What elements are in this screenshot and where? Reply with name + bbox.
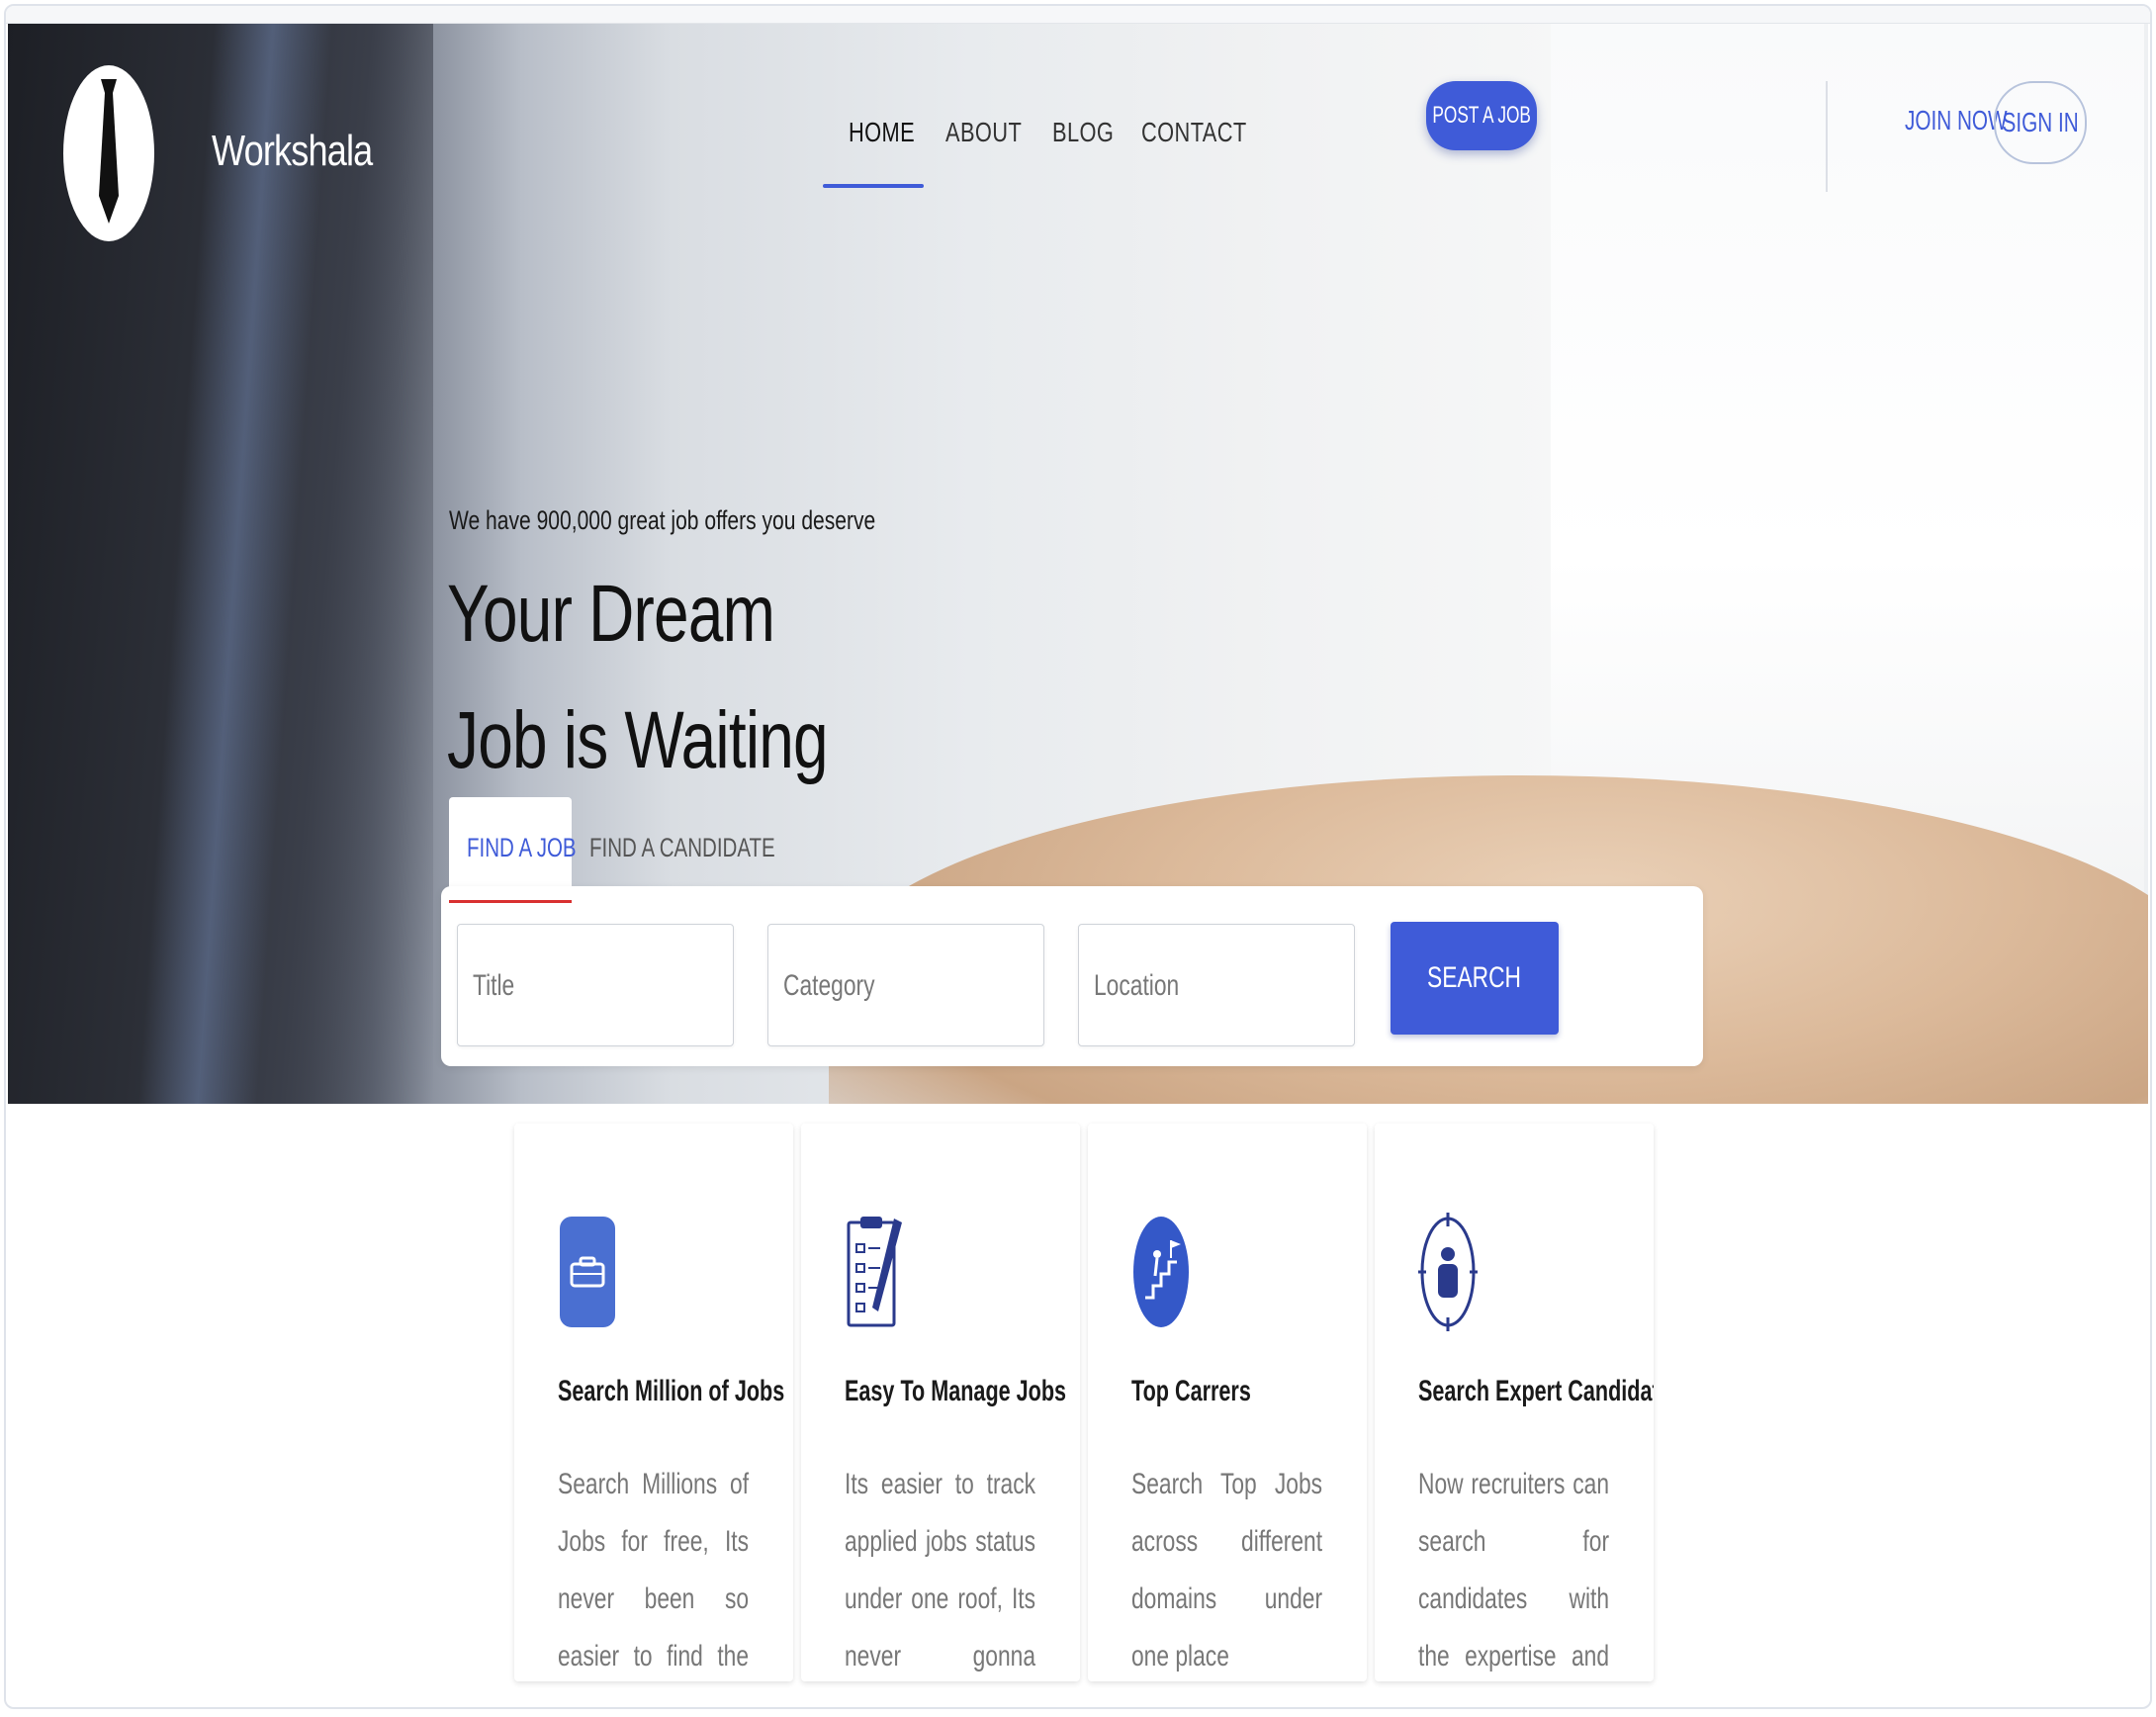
nav-blog[interactable]: BLOG (1052, 117, 1114, 148)
nav-about[interactable]: ABOUT (945, 117, 1022, 148)
feature-card-expert-candidates: Search Expert Candidates Now recruiters … (1375, 1124, 1654, 1681)
feature-title: Search Million of Jobs (558, 1375, 785, 1407)
feature-title: Easy To Manage Jobs (845, 1375, 1067, 1407)
tab-find-a-job[interactable]: FIND A JOB (467, 833, 577, 863)
join-now-link[interactable]: JOIN NOW (1905, 105, 2008, 136)
brand-logo[interactable] (63, 65, 154, 241)
browser-frame: Workshala HOME ABOUT BLOG CONTACT POST A… (4, 4, 2152, 1709)
brand-name[interactable]: Workshala (212, 127, 373, 176)
tab-find-a-candidate[interactable]: FIND A CANDIDATE (589, 833, 775, 863)
nav-home[interactable]: HOME (849, 117, 915, 148)
feature-card-manage-jobs: Easy To Manage Jobs Its easier to track … (801, 1124, 1080, 1681)
feature-title: Search Expert Candidates (1418, 1375, 1654, 1407)
hero-tagline: We have 900,000 great job offers you des… (449, 505, 876, 535)
briefcase-icon (560, 1217, 615, 1327)
hero-headline-line-1: Your Dream (447, 569, 775, 659)
clipboard-icon (847, 1217, 902, 1327)
title-field[interactable]: Title (457, 924, 734, 1046)
feature-description: Its easier to track applied jobs status … (845, 1468, 1036, 1672)
frame-top-bar (6, 6, 2150, 24)
header-divider (1826, 81, 1828, 192)
hero-headline-line-2: Job is Waiting (447, 695, 829, 785)
tab-active-indicator (449, 900, 572, 903)
feature-title: Top Carrers (1131, 1375, 1251, 1407)
feature-description: Search Top Jobs across different domains… (1131, 1468, 1323, 1672)
nav-contact[interactable]: CONTACT (1141, 117, 1247, 148)
location-field[interactable]: Location (1078, 924, 1355, 1046)
category-input[interactable] (767, 924, 1044, 1046)
sign-in-button[interactable]: SIGN IN (1994, 81, 2087, 164)
nav-active-indicator (823, 184, 924, 188)
career-ladder-icon (1133, 1217, 1189, 1327)
feature-description: Now recruiters can search for candidates… (1418, 1468, 1610, 1672)
category-field[interactable]: Category (767, 924, 1044, 1046)
title-input[interactable] (457, 924, 734, 1046)
tie-icon (99, 79, 119, 224)
location-input[interactable] (1078, 924, 1355, 1046)
feature-card-search-jobs: Search Million of Jobs Search Millions o… (514, 1124, 793, 1681)
target-person-icon (1418, 1213, 1478, 1331)
feature-card-top-careers: Top Carrers Search Top Jobs across diffe… (1088, 1124, 1367, 1681)
feature-description: Search Millions of Jobs for free, Its ne… (558, 1468, 750, 1672)
search-button[interactable]: SEARCH (1391, 922, 1559, 1035)
post-job-button[interactable]: POST A JOB (1426, 81, 1537, 150)
